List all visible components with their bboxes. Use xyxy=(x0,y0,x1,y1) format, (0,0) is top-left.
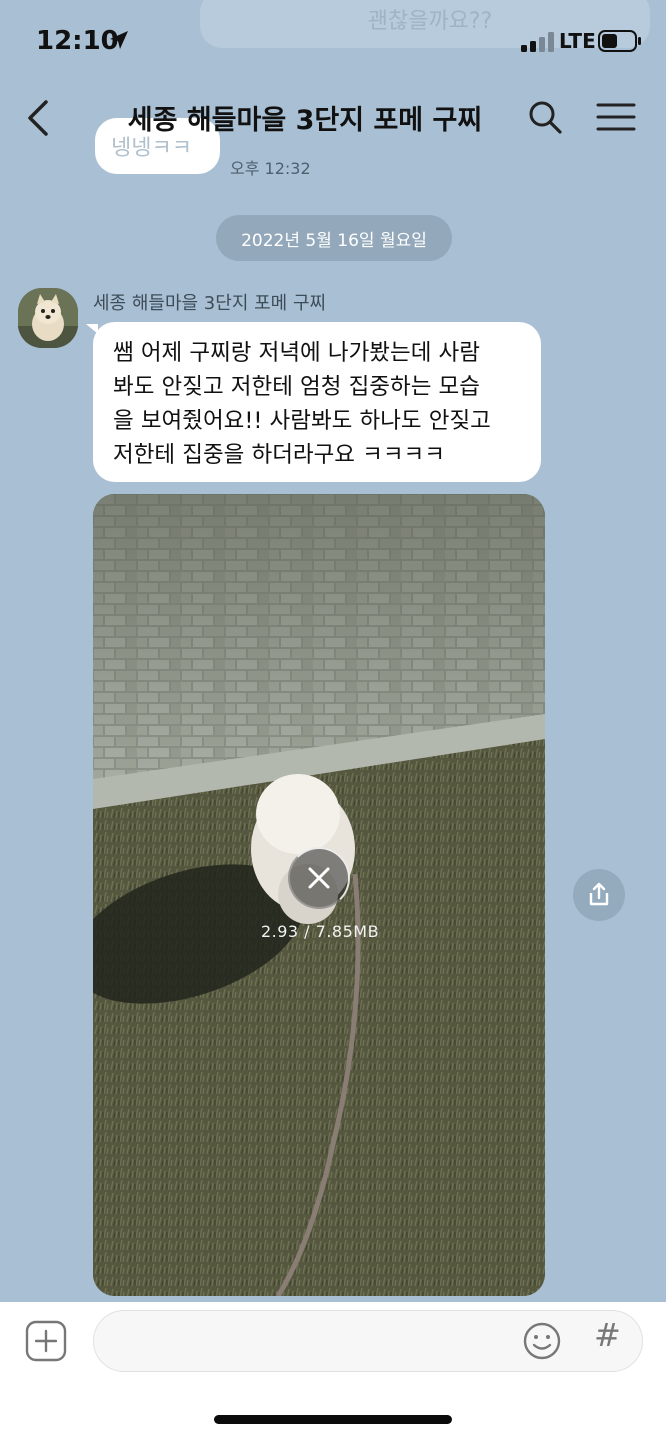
download-progress-text: 2.93 / 7.85MB xyxy=(260,922,380,941)
status-bar: 12:10 LTE xyxy=(0,0,666,80)
message-line: 을 보여줬어요!! 사람봐도 하나도 안짖고 xyxy=(113,408,491,434)
chat-header: 세종 해들마을 3단지 포메 구찌 xyxy=(0,82,666,154)
cancel-download-button[interactable] xyxy=(288,847,350,909)
search-icon[interactable] xyxy=(528,100,562,134)
previous-reply-time: 오후 12:32 xyxy=(230,159,311,178)
signal-icon xyxy=(521,32,554,52)
menu-icon[interactable] xyxy=(596,102,636,132)
chat-title: 세종 해들마을 3단지 포메 구찌 xyxy=(127,105,483,136)
sender-avatar[interactable] xyxy=(18,288,78,348)
network-type: LTE xyxy=(559,29,596,53)
close-icon xyxy=(308,867,330,889)
share-icon xyxy=(589,882,609,906)
message-bubble[interactable]: 쌤 어제 구찌랑 저녁에 나가봤는데 사람 봐도 안짖고 저한테 엄청 집중하는… xyxy=(93,322,541,482)
date-divider: 2022년 5월 16일 월요일 xyxy=(216,215,452,261)
emoji-icon[interactable] xyxy=(522,1321,562,1361)
battery-icon xyxy=(598,30,641,52)
home-indicator xyxy=(214,1415,452,1424)
sender-name: 세종 해들마을 3단지 포메 구찌 xyxy=(93,293,327,314)
hashtag-icon[interactable]: # xyxy=(594,1316,621,1354)
share-button[interactable] xyxy=(573,869,625,921)
status-time: 12:10 xyxy=(36,26,119,56)
plus-icon[interactable] xyxy=(25,1320,67,1362)
message-line: 쌤 어제 구찌랑 저녁에 나가봤는데 사람 xyxy=(113,340,480,366)
message-line: 저한테 집중을 하더라구요 ㅋㅋㅋㅋ xyxy=(113,442,445,468)
input-bar: # xyxy=(0,1302,666,1440)
location-arrow-icon xyxy=(110,31,128,49)
back-chevron-icon[interactable] xyxy=(22,98,58,138)
dog-avatar-icon xyxy=(18,288,78,348)
message-line: 봐도 안짖고 저한테 엄청 집중하는 모습 xyxy=(113,374,480,400)
